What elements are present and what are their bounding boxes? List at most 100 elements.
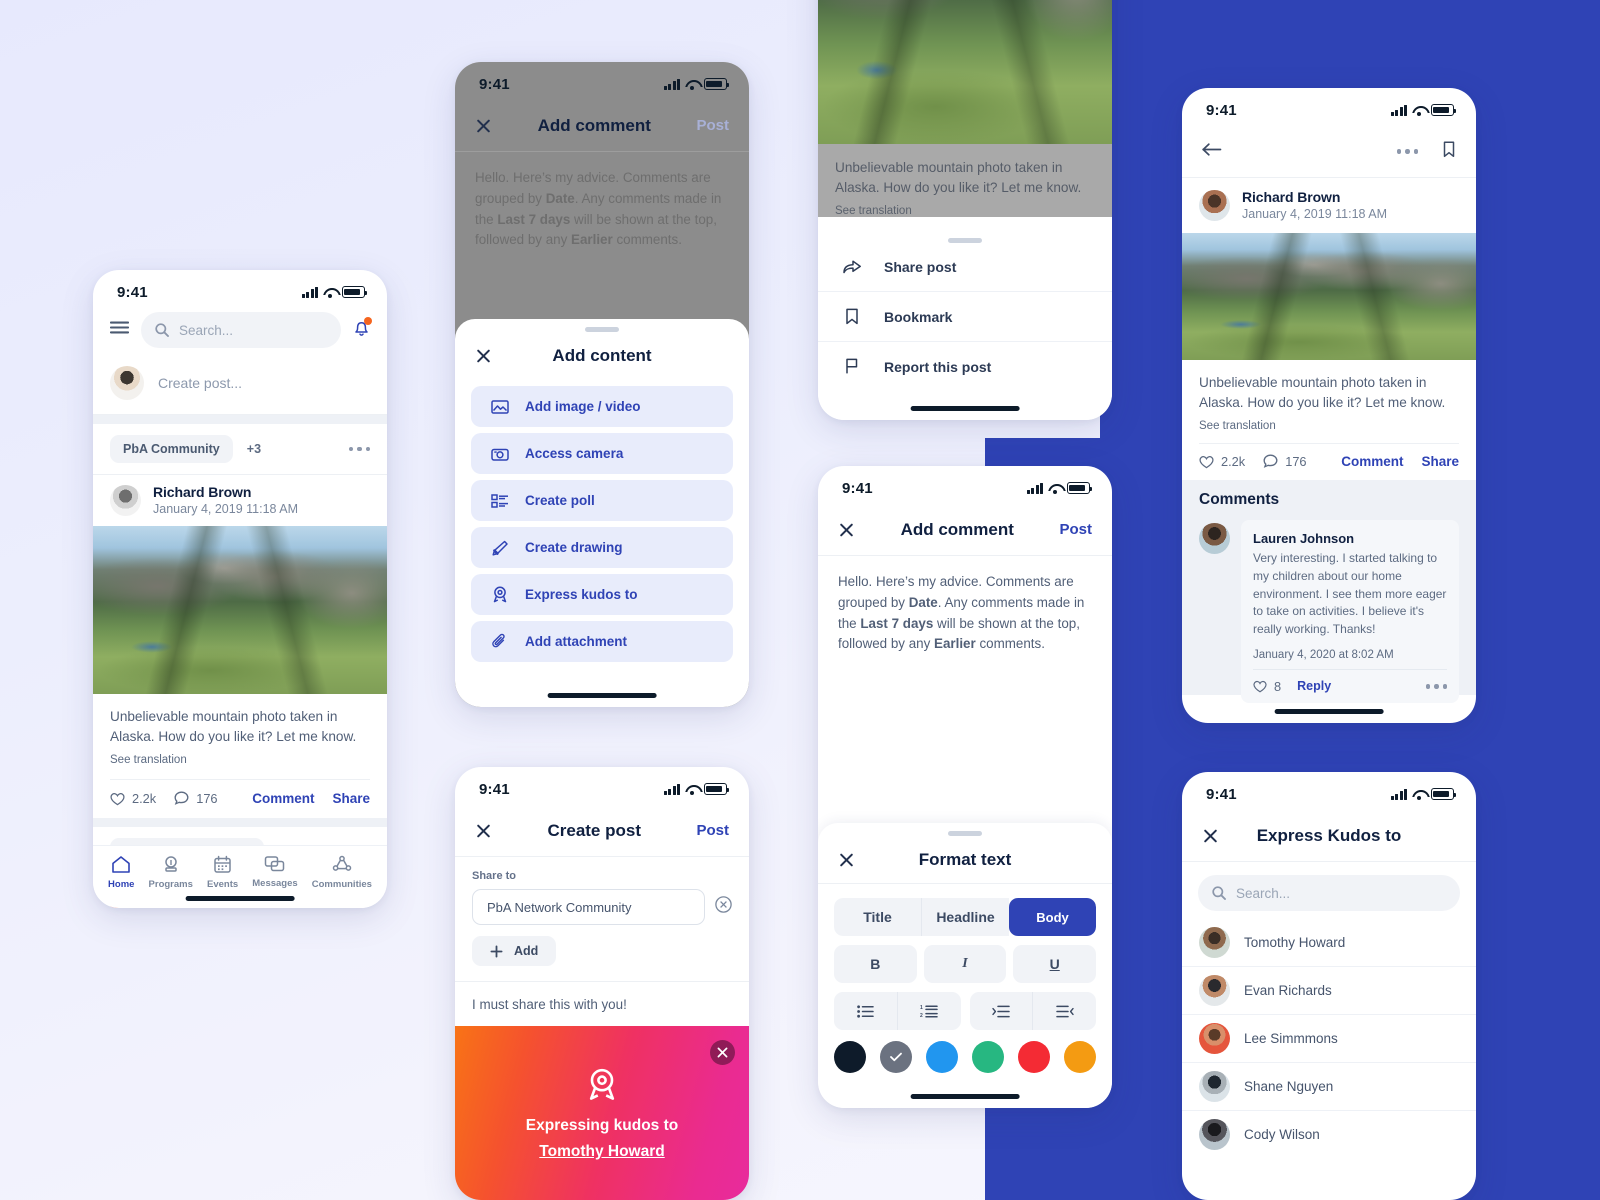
comment-count[interactable]: 176: [174, 791, 218, 806]
list-item[interactable]: Tomothy Howard: [1182, 919, 1476, 967]
nav-tab-events[interactable]: Events: [207, 855, 238, 890]
avatar: [1199, 189, 1230, 221]
nav-tab-communities[interactable]: Communities: [312, 855, 372, 890]
create-post-placeholder: Create post...: [158, 375, 243, 391]
action-create-poll[interactable]: Create poll: [471, 480, 733, 521]
close-icon[interactable]: [475, 117, 492, 134]
text-part: comments.: [612, 232, 682, 248]
status-time: 9:41: [842, 479, 873, 497]
nav-tab-home[interactable]: Home: [108, 855, 134, 890]
like-count[interactable]: 2.2k: [1199, 454, 1245, 469]
menu-item-bookmark[interactable]: Bookmark: [818, 292, 1112, 342]
add-community-button[interactable]: Add: [472, 936, 557, 966]
clear-share-to-button[interactable]: [715, 896, 732, 918]
bullet-list-icon: [857, 1004, 874, 1018]
search-placeholder-text: Search...: [1236, 885, 1291, 901]
action-add-image-video[interactable]: Add image / video: [471, 386, 733, 427]
post-body-text[interactable]: I must share this with you!: [455, 982, 749, 1026]
close-icon[interactable]: [1202, 827, 1219, 844]
comment-body-text[interactable]: Hello. Here’s my advice. Comments are gr…: [818, 556, 1112, 671]
action-access-camera[interactable]: Access camera: [471, 433, 733, 474]
post-more-button[interactable]: [348, 446, 370, 452]
comment-like[interactable]: 8: [1253, 679, 1281, 694]
kudos-navbar: Express Kudos to: [1182, 810, 1476, 862]
close-icon[interactable]: [475, 348, 492, 365]
hamburger-icon[interactable]: [109, 321, 130, 339]
screen-title: Create post: [547, 820, 641, 840]
back-button[interactable]: [1202, 142, 1222, 162]
bookmark-button[interactable]: [1442, 141, 1456, 163]
nav-label: Messages: [252, 878, 298, 889]
comment-more-button[interactable]: [1425, 684, 1447, 689]
post-image[interactable]: [93, 526, 387, 694]
share-icon: [843, 260, 861, 274]
style-body-button[interactable]: Body: [1009, 898, 1096, 936]
nav-tab-programs[interactable]: Programs: [149, 855, 193, 890]
action-create-drawing[interactable]: Create drawing: [471, 527, 733, 568]
see-translation-link[interactable]: See translation: [110, 754, 370, 766]
close-icon[interactable]: [475, 822, 492, 839]
comment-button[interactable]: Comment: [1341, 454, 1403, 469]
list-item[interactable]: Shane Nguyen: [1182, 1063, 1476, 1111]
color-swatch-green[interactable]: [972, 1041, 1004, 1073]
sheet-navbar: Add content: [455, 332, 749, 380]
more-communities-count[interactable]: +3: [247, 442, 261, 456]
comment-button[interactable]: Comment: [252, 791, 314, 806]
more-options-button[interactable]: [1396, 149, 1418, 154]
list-item[interactable]: Lee Simmmons: [1182, 1015, 1476, 1063]
community-chip[interactable]: PbA Community: [110, 435, 233, 463]
sheet-title: Add content: [552, 346, 652, 365]
color-swatch-dark[interactable]: [834, 1041, 866, 1073]
like-count[interactable]: 2.2k: [110, 791, 156, 806]
see-translation-link[interactable]: See translation: [1199, 420, 1459, 432]
phone-post-detail: 9:41 Richard Brown January 4, 2019 11:18…: [1182, 88, 1476, 723]
underline-button[interactable]: U: [1013, 945, 1097, 983]
home-indicator: [547, 693, 657, 698]
close-icon[interactable]: [838, 851, 855, 868]
text-part-bold: Date: [545, 190, 575, 206]
color-swatch-blue[interactable]: [926, 1041, 958, 1073]
list-style-group: 12: [834, 992, 1096, 1030]
wifi-icon: [685, 79, 699, 90]
avatar: [1199, 975, 1230, 1006]
indent-button[interactable]: [970, 992, 1033, 1030]
italic-button[interactable]: I: [923, 945, 1007, 983]
style-headline-button[interactable]: Headline: [921, 898, 1009, 936]
bullet-list-button[interactable]: [834, 992, 897, 1030]
style-title-button[interactable]: Title: [834, 898, 921, 936]
color-swatch-red[interactable]: [1018, 1041, 1050, 1073]
format-controls: Title Headline Body B I U 12: [818, 884, 1112, 1073]
avatar: [1199, 1023, 1230, 1054]
list-item[interactable]: Cody Wilson: [1182, 1111, 1476, 1158]
search-input[interactable]: Search...: [1198, 875, 1460, 911]
numbered-list-button[interactable]: 12: [896, 992, 961, 1030]
search-input[interactable]: Search...: [141, 312, 341, 348]
reply-button[interactable]: Reply: [1297, 679, 1331, 693]
remove-kudos-button[interactable]: [710, 1040, 735, 1065]
menu-item-report-post[interactable]: Report this post: [818, 342, 1112, 391]
kudos-person-link[interactable]: Tomothy Howard: [539, 1143, 664, 1161]
post-button[interactable]: Post: [696, 117, 729, 134]
color-swatch-orange[interactable]: [1064, 1041, 1096, 1073]
create-post-row[interactable]: Create post...: [93, 360, 387, 415]
post-button[interactable]: Post: [696, 822, 729, 839]
comment-text: Very interesting. I started talking to m…: [1253, 551, 1447, 637]
post-button[interactable]: Post: [1059, 521, 1092, 538]
list-item[interactable]: Evan Richards: [1182, 967, 1476, 1015]
bold-button[interactable]: B: [834, 945, 917, 983]
color-swatch-gray[interactable]: [880, 1041, 912, 1073]
share-to-input[interactable]: PbA Network Community: [472, 889, 705, 925]
nav-tab-messages[interactable]: Messages: [252, 855, 298, 889]
close-icon[interactable]: [838, 521, 855, 538]
action-express-kudos[interactable]: Express kudos to: [471, 574, 733, 615]
outdent-button[interactable]: [1032, 992, 1096, 1030]
menu-item-share-post[interactable]: Share post: [818, 243, 1112, 292]
post-image[interactable]: [1182, 233, 1476, 360]
notifications-button[interactable]: [353, 317, 372, 342]
avatar: [1199, 1119, 1230, 1150]
avatar: [1199, 927, 1230, 958]
share-button[interactable]: Share: [332, 791, 370, 806]
comment-count[interactable]: 176: [1263, 454, 1307, 469]
action-add-attachment[interactable]: Add attachment: [471, 621, 733, 662]
share-button[interactable]: Share: [1421, 454, 1459, 469]
